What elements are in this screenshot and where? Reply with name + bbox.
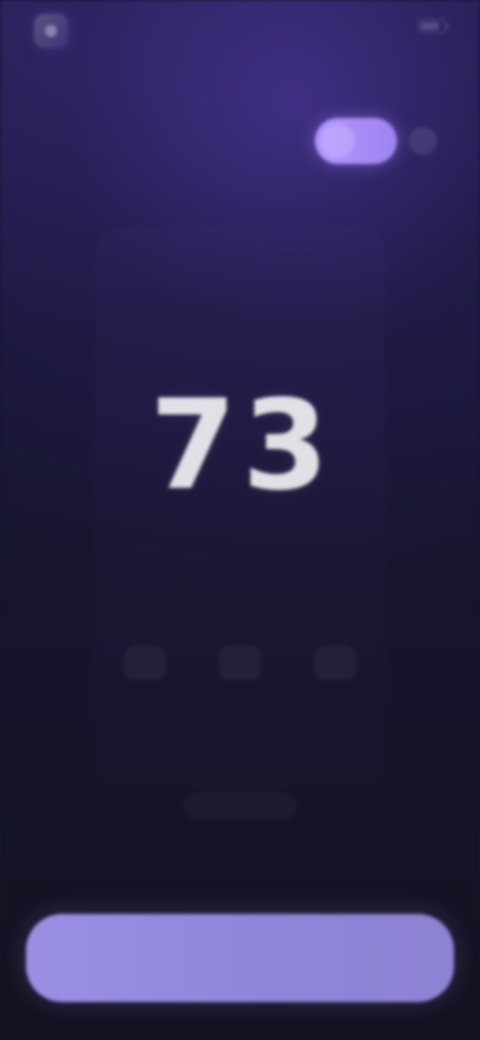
- top-bar: [34, 14, 448, 48]
- panel-subtitle: [118, 272, 362, 288]
- stat-item: [201, 646, 278, 744]
- app-logo-dot: [45, 25, 57, 37]
- mode-pill-toggle[interactable]: [315, 118, 397, 164]
- battery-icon: [418, 19, 448, 33]
- stat-value: [314, 646, 357, 680]
- mode-toggle[interactable]: [315, 118, 437, 164]
- status-area: [408, 19, 448, 33]
- header-subtitle: [42, 70, 300, 88]
- main-reading-value: 73: [150, 374, 335, 518]
- battery-level-fill: [421, 22, 439, 30]
- panel-title: [141, 242, 339, 260]
- stat-item: [106, 646, 183, 744]
- app-screen: 73: [0, 0, 480, 1040]
- stat-value: [123, 646, 166, 680]
- primary-action-button[interactable]: [26, 914, 454, 1002]
- stat-item: [297, 646, 374, 744]
- dot-icon[interactable]: [409, 127, 437, 155]
- stats-row: [106, 646, 374, 744]
- brand-group[interactable]: [34, 14, 78, 48]
- app-logo-icon: [34, 14, 68, 48]
- details-link[interactable]: [183, 792, 297, 820]
- stat-value: [218, 646, 261, 680]
